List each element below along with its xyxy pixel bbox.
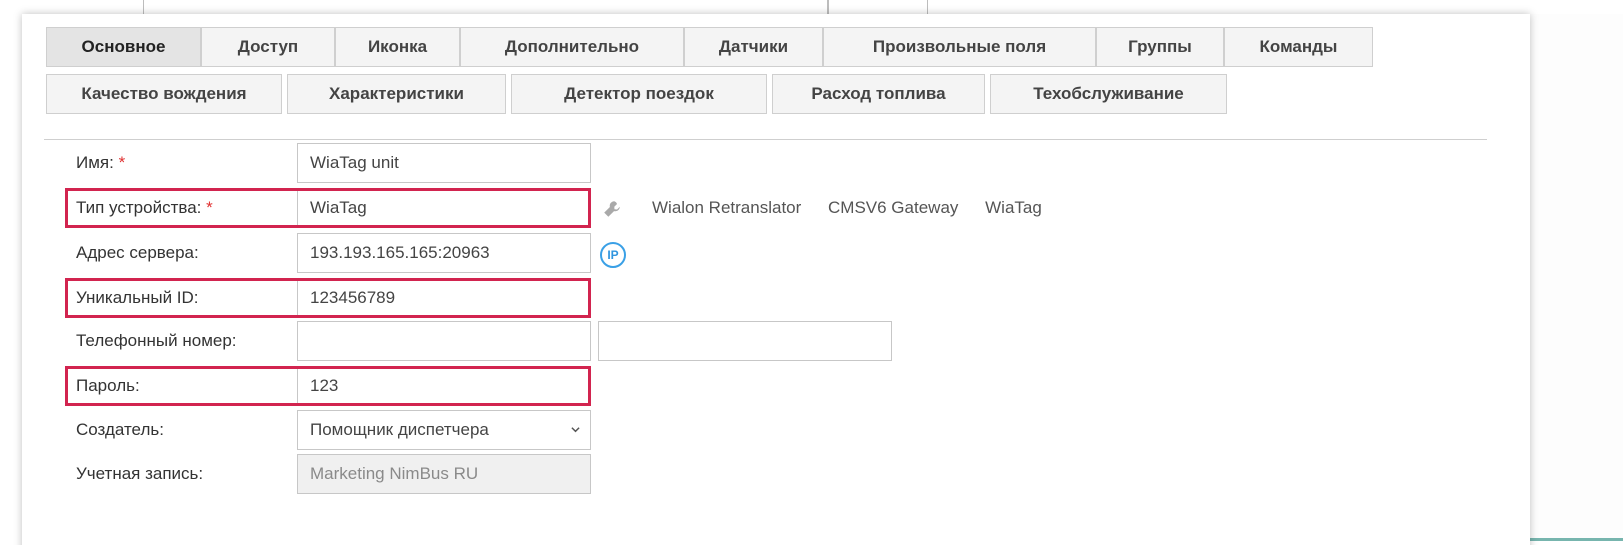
required-mark: * <box>206 198 213 217</box>
phone-input-2[interactable] <box>598 321 892 361</box>
account-label: Учетная запись: <box>76 464 204 483</box>
tab-characteristics[interactable]: Характеристики <box>287 74 506 114</box>
device-type-label: Тип устройства: * <box>76 198 213 217</box>
server-address-input[interactable]: 193.193.165.165:20963 <box>297 233 591 273</box>
creator-select-value: Помощник диспетчера <box>310 420 489 439</box>
creator-select[interactable]: Помощник диспетчера <box>297 410 591 450</box>
row-unique-id: Уникальный ID: 123456789 <box>44 278 1444 318</box>
row-password: Пароль: 123 <box>44 366 1444 406</box>
tab-icon[interactable]: Иконка <box>335 27 460 67</box>
row-account: Учетная запись: Marketing NimBus RU <box>44 454 1444 494</box>
device-type-input[interactable]: WiaTag <box>297 188 591 228</box>
row-device-type: Тип устройства: * WiaTag Wialon Retransl… <box>44 188 1444 228</box>
phone-label: Телефонный номер: <box>76 331 237 350</box>
device-option-wialon-retranslator[interactable]: Wialon Retranslator <box>652 198 801 217</box>
row-phone: Телефонный номер: <box>44 321 1444 361</box>
chevron-down-icon <box>571 427 580 433</box>
row-server-address: Адрес сервера: 193.193.165.165:20963 IP <box>44 233 1444 273</box>
screen: Основное Доступ Иконка Дополнительно Дат… <box>0 0 1623 545</box>
tab-advanced[interactable]: Дополнительно <box>460 27 684 67</box>
required-mark: * <box>118 153 126 172</box>
password-input[interactable]: 123 <box>297 366 591 406</box>
tab-access[interactable]: Доступ <box>201 27 335 67</box>
name-label: Имя: * <box>76 153 126 172</box>
row-name: Имя: * WiaTag unit <box>44 143 1444 183</box>
server-address-label: Адрес сервера: <box>76 243 199 262</box>
unit-properties-dialog: Основное Доступ Иконка Дополнительно Дат… <box>22 14 1530 545</box>
background-panel <box>1528 14 1623 541</box>
ip-icon[interactable]: IP <box>600 242 626 268</box>
tab-driving-quality[interactable]: Качество вождения <box>46 74 282 114</box>
device-type-suggestions: Wialon Retranslator CMSV6 Gateway WiaTag <box>652 188 1064 228</box>
password-label: Пароль: <box>76 376 140 395</box>
phone-input[interactable] <box>297 321 591 361</box>
row-creator: Создатель: Помощник диспетчера <box>44 410 1444 450</box>
unique-id-label: Уникальный ID: <box>76 288 199 307</box>
creator-label: Создатель: <box>76 420 164 439</box>
account-input: Marketing NimBus RU <box>297 454 591 494</box>
tab-fuel-consumption[interactable]: Расход топлива <box>772 74 985 114</box>
unique-id-input[interactable]: 123456789 <box>297 278 591 318</box>
tab-basic[interactable]: Основное <box>46 27 201 67</box>
tab-sensors[interactable]: Датчики <box>684 27 823 67</box>
tab-groups[interactable]: Группы <box>1096 27 1224 67</box>
device-option-cmsv6-gateway[interactable]: CMSV6 Gateway <box>828 198 958 217</box>
tab-commands[interactable]: Команды <box>1224 27 1373 67</box>
device-option-wiatag[interactable]: WiaTag <box>985 198 1042 217</box>
tabs-divider <box>44 139 1487 140</box>
name-input[interactable]: WiaTag unit <box>297 143 591 183</box>
tab-trip-detector[interactable]: Детектор поездок <box>511 74 767 114</box>
tab-custom-fields[interactable]: Произвольные поля <box>823 27 1096 67</box>
wrench-icon[interactable] <box>601 198 623 220</box>
tab-maintenance[interactable]: Техобслуживание <box>990 74 1227 114</box>
